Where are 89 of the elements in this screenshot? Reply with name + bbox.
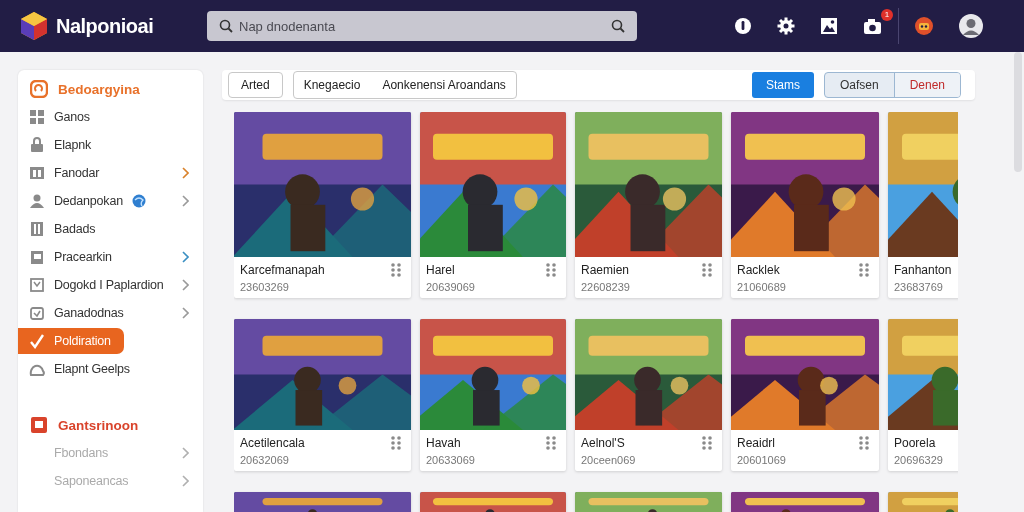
game-title: Harel: [426, 263, 456, 278]
sidebar-item[interactable]: Dogokd I Paplardion: [18, 272, 189, 298]
game-card[interactable]: Acetilencala 20632069: [234, 319, 411, 472]
filter-button[interactable]: Arted: [228, 72, 283, 99]
game-title: Aelnol'S: [581, 436, 626, 451]
action-button[interactable]: Denen: [893, 73, 960, 98]
search-icon: [219, 19, 233, 33]
item-label: Poldiration: [54, 334, 111, 348]
item-label: Fanodar: [54, 166, 100, 180]
game-card[interactable]: Racklek 21060689: [731, 112, 879, 299]
notification-badge: 1: [881, 9, 893, 21]
item-label: Saponeancas: [54, 474, 129, 488]
game-card[interactable]: Raemien 22608239: [575, 112, 722, 299]
game-code: 20601069: [737, 454, 786, 467]
drag-handle-icon[interactable]: [391, 263, 401, 278]
primary-button[interactable]: Stams: [751, 72, 814, 99]
search-field[interactable]: Nap dnodenanta: [207, 11, 637, 41]
game-code: 20ceen069: [581, 454, 636, 467]
drag-handle-icon[interactable]: [859, 263, 869, 278]
game-code: 20632069: [240, 454, 290, 467]
check-icon: [29, 333, 45, 349]
lock-icon: [29, 137, 45, 153]
power-icon[interactable]: [734, 17, 752, 35]
game-card[interactable]: Harel 20639069: [420, 112, 566, 299]
sidebar-item[interactable]: Elapnt Geelps: [18, 356, 189, 382]
game-code: 23683769: [894, 281, 944, 294]
game-card[interactable]: Aelnol'S 20ceen069: [575, 319, 722, 472]
action-button[interactable]: Oafsen: [824, 73, 894, 98]
game-card[interactable]: Karcefmanapah 23603269: [234, 112, 411, 299]
game-title: Karcefmanapah: [240, 263, 325, 278]
scrollbar[interactable]: [1014, 52, 1022, 172]
game-code: 20639069: [426, 281, 475, 294]
item-label: Dogokd I Paplardion: [54, 278, 164, 292]
game-card[interactable]: Reaidrl 20601069: [731, 319, 879, 472]
sidebar-item[interactable]: Ganos: [18, 104, 189, 130]
sidebar-item[interactable]: Dedanpokan: [18, 188, 189, 214]
panel-icon: [29, 165, 45, 181]
sidebar-item[interactable]: Badads: [18, 216, 189, 242]
avatar-icon[interactable]: [959, 14, 983, 38]
cube-logo-icon: [20, 11, 48, 41]
sidebar-item[interactable]: Elapnk: [18, 132, 189, 158]
game-code: 21060689: [737, 281, 786, 294]
game-title: Fanhanton: [894, 263, 952, 278]
search-icon[interactable]: [611, 19, 625, 33]
item-label: Dedanpokan: [54, 194, 123, 208]
image-icon[interactable]: [820, 17, 838, 35]
item-label: Elapnt Geelps: [54, 362, 130, 376]
game-code: 23603269: [240, 281, 290, 294]
section-title: Gantsrinoon: [58, 417, 139, 433]
item-label: Ganos: [54, 110, 90, 124]
drag-handle-icon[interactable]: [702, 263, 712, 278]
game-card[interactable]: Fanhanton 23683769: [888, 112, 958, 299]
drag-handle-icon[interactable]: [391, 436, 401, 451]
game-title: Raemien: [581, 263, 630, 278]
app-name: Nalponioai: [56, 14, 154, 38]
sidebar-item[interactable]: Pracearkin: [18, 244, 189, 270]
item-label: Pracearkin: [54, 250, 112, 264]
item-label: Fbondans: [54, 446, 108, 460]
camera-icon[interactable]: [863, 17, 883, 35]
game-card[interactable]: Poorela 20696329: [888, 319, 958, 472]
drag-handle-icon[interactable]: [546, 263, 556, 278]
refresh-icon: [30, 80, 48, 98]
game-title: Acetilencala: [240, 436, 305, 451]
book-icon: [29, 221, 45, 237]
sidebar-item[interactable]: Fanodar: [18, 160, 189, 186]
game-code: 20633069: [426, 454, 475, 467]
drag-handle-icon[interactable]: [546, 436, 556, 451]
robot-icon[interactable]: [914, 16, 934, 36]
item-label: Elapnk: [54, 138, 92, 152]
game-code: 20696329: [894, 454, 943, 467]
game-title: Racklek: [737, 263, 781, 278]
item-label: Badads: [54, 222, 96, 236]
settings-icon[interactable]: [777, 17, 795, 35]
game-card[interactable]: Havah 20633069: [420, 319, 566, 472]
segment-option[interactable]: Aonkenensi Aroandans: [382, 78, 506, 93]
segment-control[interactable]: Knegaecio Aonkenensi Aroandans: [292, 71, 517, 100]
grid-icon: [29, 109, 45, 125]
game-title: Havah: [426, 436, 462, 451]
screen-icon: [30, 416, 48, 434]
drag-handle-icon[interactable]: [702, 436, 712, 451]
game-title: Poorela: [894, 436, 937, 451]
game-code: 22608239: [581, 281, 630, 294]
section-title: Bedoargyina: [58, 81, 140, 97]
drag-handle-icon[interactable]: [859, 436, 869, 451]
item-label: Ganadodnas: [54, 306, 124, 320]
person-icon: [29, 193, 45, 209]
game-title: Reaidrl: [737, 436, 776, 451]
sidebar-item[interactable]: Ganadodnas: [18, 300, 189, 326]
segment-option[interactable]: Knegaecio: [303, 78, 361, 93]
